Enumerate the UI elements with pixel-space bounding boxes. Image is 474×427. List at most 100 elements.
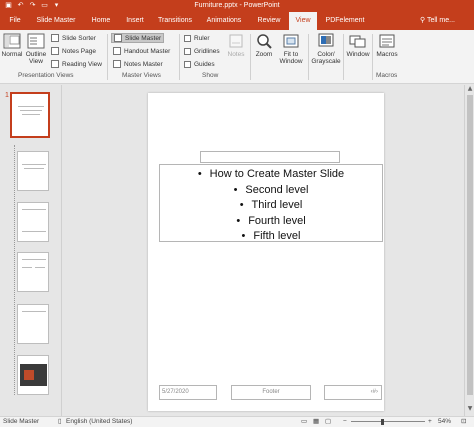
- tab-insert[interactable]: Insert: [120, 12, 150, 30]
- group-separator: [179, 34, 180, 80]
- tab-view[interactable]: View: [289, 12, 317, 30]
- handout-master-label: Handout Master: [124, 47, 171, 55]
- status-language-icon[interactable]: ▯: [58, 417, 62, 427]
- zoom-icon: [257, 34, 272, 49]
- reading-view-icon: [51, 60, 59, 68]
- window-label: Window: [346, 51, 370, 58]
- slide-sorter-button[interactable]: Slide Sorter: [51, 33, 96, 43]
- zoom-out-button[interactable]: −: [343, 417, 347, 427]
- group-label-master-views: Master Views: [122, 72, 161, 79]
- fit-slide-icon[interactable]: ⊡: [461, 417, 466, 427]
- group-label-macros: Macros: [376, 72, 398, 79]
- color-grayscale-button[interactable]: Color/ Grayscale: [310, 33, 342, 65]
- gridlines-checkbox[interactable]: Gridlines: [184, 46, 220, 56]
- notes-page-label: Notes Page: [62, 47, 96, 55]
- tell-me-search[interactable]: ⚲ Tell me...: [420, 12, 455, 30]
- title-bar: ▣ ↶ ↷ ▭ ▾ Furniture.pptx - PowerPoint: [0, 0, 474, 12]
- fit-to-window-label: Fit to Window: [279, 51, 303, 65]
- normal-view-status-icon[interactable]: ▭: [301, 417, 307, 427]
- footer-placeholder[interactable]: Footer: [231, 385, 311, 400]
- notes-master-label: Notes Master: [124, 60, 163, 68]
- macros-label: Macros: [376, 51, 398, 58]
- master-thumbnail[interactable]: [10, 92, 50, 138]
- guides-label: Guides: [194, 60, 215, 68]
- status-language[interactable]: English (United States): [66, 417, 132, 427]
- layout-thumbnail[interactable]: [17, 355, 49, 395]
- zoom-slider-thumb[interactable]: [381, 419, 384, 425]
- tab-animations[interactable]: Animations: [200, 12, 248, 30]
- layout-thumbnail[interactable]: [17, 304, 49, 344]
- layout-thumbnail[interactable]: [17, 202, 49, 242]
- slide-sorter-status-icon[interactable]: ▦: [313, 417, 319, 427]
- macros-button[interactable]: Macros: [374, 33, 400, 58]
- reading-view-label: Reading View: [62, 60, 102, 68]
- tab-transitions[interactable]: Transitions: [153, 12, 197, 30]
- ribbon-tab-bar: File Slide Master Home Insert Transition…: [0, 12, 474, 30]
- date-placeholder[interactable]: 5/27/2020: [159, 385, 217, 400]
- zoom-in-button[interactable]: +: [428, 417, 432, 427]
- tell-me-label: Tell me...: [426, 17, 455, 24]
- title-placeholder[interactable]: [200, 151, 340, 163]
- tab-review[interactable]: Review: [252, 12, 286, 30]
- tab-home[interactable]: Home: [86, 12, 116, 30]
- slide-master-button[interactable]: Slide Master: [111, 33, 165, 43]
- notes-page-icon: [51, 47, 59, 55]
- ruler-check-icon: [184, 34, 191, 42]
- reading-view-status-icon[interactable]: ▢: [325, 417, 331, 427]
- handout-master-button[interactable]: Handout Master: [113, 46, 170, 56]
- gridlines-check-icon: [184, 47, 191, 55]
- guides-checkbox[interactable]: Guides: [184, 59, 215, 69]
- group-separator: [107, 34, 108, 80]
- thumbnail-pane: 1: [0, 85, 62, 416]
- notes-master-button[interactable]: Notes Master: [113, 59, 163, 69]
- layout-thumbnail[interactable]: [17, 252, 49, 292]
- notes-label: Notes: [227, 51, 245, 58]
- gridlines-label: Gridlines: [194, 47, 220, 55]
- slide-canvas: How to Create Master Slide Second level …: [62, 85, 464, 416]
- notes-icon: [229, 34, 243, 48]
- slide-master-label: Slide Master: [125, 34, 162, 42]
- notes-page-button[interactable]: Notes Page: [51, 46, 96, 56]
- scrollbar-thumb[interactable]: [467, 95, 473, 395]
- scroll-down-icon[interactable]: ▼: [466, 405, 474, 413]
- tab-file[interactable]: File: [3, 12, 27, 30]
- outline-view-label: Outline View: [25, 51, 47, 65]
- slide-sorter-label: Slide Sorter: [62, 34, 96, 42]
- guides-check-icon: [184, 60, 191, 68]
- body-level-1: How to Create Master Slide: [198, 167, 345, 183]
- slide-number-placeholder[interactable]: ‹#›: [324, 385, 382, 400]
- reading-view-button[interactable]: Reading View: [51, 59, 102, 69]
- color-grayscale-icon: [318, 33, 334, 47]
- master-slide[interactable]: How to Create Master Slide Second level …: [148, 93, 384, 411]
- outline-view-button[interactable]: Outline View: [24, 33, 48, 65]
- normal-view-label: Normal: [1, 51, 23, 58]
- fit-to-window-button[interactable]: Fit to Window: [276, 33, 306, 65]
- zoom-percent[interactable]: 54%: [438, 417, 451, 427]
- zoom-slider[interactable]: [351, 421, 425, 422]
- zoom-label: Zoom: [255, 51, 273, 58]
- handout-master-icon: [113, 47, 121, 55]
- color-grayscale-label: Color/ Grayscale: [311, 51, 341, 65]
- group-separator: [372, 34, 373, 80]
- status-bar: Slide Master ▯ English (United States) ▭…: [0, 416, 474, 427]
- body-placeholder[interactable]: How to Create Master Slide Second level …: [159, 164, 383, 242]
- vertical-scrollbar[interactable]: ▲ ▼: [464, 85, 474, 416]
- body-level-4: Fourth level: [236, 214, 305, 230]
- ruler-checkbox[interactable]: Ruler: [184, 33, 210, 43]
- layout-thumbnail[interactable]: [17, 151, 49, 191]
- group-label-show: Show: [202, 72, 219, 79]
- scroll-up-icon[interactable]: ▲: [466, 85, 474, 93]
- status-view-name: Slide Master: [3, 418, 40, 425]
- tab-pdfelement[interactable]: PDFelement: [322, 12, 368, 30]
- notes-button[interactable]: Notes: [225, 33, 247, 58]
- group-separator: [343, 34, 344, 80]
- fit-to-window-icon: [283, 34, 299, 48]
- group-separator: [308, 34, 309, 80]
- body-level-3: Third level: [240, 198, 303, 214]
- normal-view-button[interactable]: Normal: [1, 33, 23, 58]
- zoom-button[interactable]: Zoom: [253, 33, 275, 58]
- outline-view-icon: [27, 33, 45, 49]
- slide-master-icon: [114, 34, 122, 42]
- window-button[interactable]: Window: [345, 33, 371, 58]
- tab-slide-master[interactable]: Slide Master: [30, 12, 82, 30]
